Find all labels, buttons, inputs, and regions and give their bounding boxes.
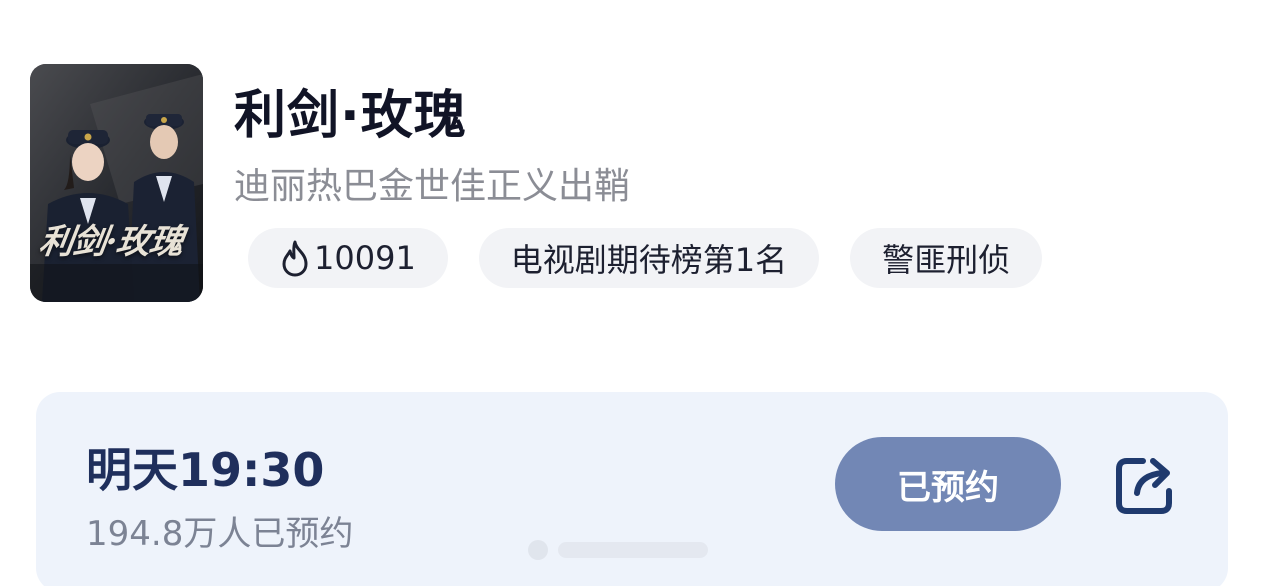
share-icon [1116, 458, 1172, 514]
heat-chip[interactable]: 10091 [248, 228, 448, 288]
watermark-mark [528, 540, 708, 560]
tag-chips: 10091 电视剧期待榜第1名 警匪刑侦 [248, 228, 1043, 288]
show-poster[interactable]: 利剑·玫瑰 [30, 64, 203, 302]
share-button[interactable] [1110, 450, 1180, 520]
poster-artwork [30, 64, 203, 302]
show-title: 利剑·玫瑰 [234, 86, 467, 146]
rank-label: 电视剧期待榜第1名 [510, 241, 788, 279]
heat-value: 10091 [314, 239, 416, 277]
reserved-button[interactable]: 已预约 [835, 437, 1061, 531]
show-subtitle: 迪丽热巴金世佳正义出鞘 [234, 166, 631, 207]
reservation-count: 194.8万人已预约 [86, 514, 354, 554]
air-time: 明天19:30 [86, 443, 325, 497]
reservation-card: 明天19:30 194.8万人已预约 已预约 [36, 392, 1228, 586]
rank-chip[interactable]: 电视剧期待榜第1名 [478, 228, 820, 288]
show-detail-page: 利剑·玫瑰 利剑·玫瑰 迪丽热巴金世佳正义出鞘 10091 电视剧期待榜第1名 … [0, 0, 1264, 586]
flame-icon [282, 240, 308, 277]
poster-title-text: 利剑·玫瑰 [36, 222, 186, 262]
genre-label: 警匪刑侦 [882, 241, 1011, 279]
genre-chip[interactable]: 警匪刑侦 [850, 228, 1043, 288]
